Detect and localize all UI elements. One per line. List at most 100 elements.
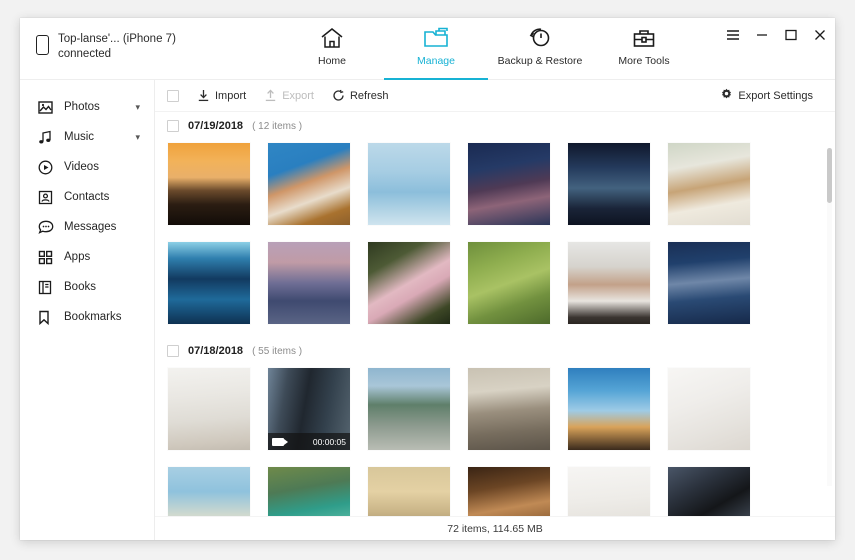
sidebar-item-messages-label: Messages (64, 221, 117, 233)
import-button[interactable]: Import (197, 89, 246, 102)
device-status: connected (58, 47, 112, 60)
device-name: Top-lanse'... (iPhone 7) (58, 33, 176, 45)
photo-thumbnail[interactable] (167, 142, 251, 226)
photo-scroll-area[interactable]: 07/19/2018 ( 12 items ) 07/18/2018 ( 55 … (155, 112, 835, 516)
thumbnail-image (568, 467, 650, 516)
scrollbar-thumb[interactable] (827, 148, 832, 203)
photo-thumbnail[interactable] (667, 142, 751, 226)
export-settings-button[interactable]: Export Settings (720, 88, 813, 104)
sidebar-item-videos-label: Videos (64, 161, 99, 173)
main-tabs: Home Manage Backup & Restore More Tools (280, 18, 696, 80)
thumbnail-image (668, 143, 750, 225)
photo-grid (155, 140, 835, 337)
thumbnail-image (468, 467, 550, 516)
photo-thumbnail[interactable] (667, 466, 751, 516)
refresh-button[interactable]: Refresh (332, 89, 389, 102)
photo-thumbnail[interactable] (367, 142, 451, 226)
photo-thumbnail[interactable] (167, 466, 251, 516)
sidebar-item-music-label: Music (64, 131, 95, 143)
photo-thumbnail[interactable] (267, 466, 351, 516)
group-select-checkbox[interactable] (167, 120, 179, 132)
folder-icon (423, 25, 449, 51)
thumbnail-image (668, 467, 750, 516)
video-duration-label: 00:00:05 (312, 436, 346, 447)
chevron-down-icon[interactable]: ▾ (135, 132, 140, 143)
video-thumbnail[interactable]: 00:00:05 (267, 367, 351, 451)
photo-thumbnail[interactable] (667, 241, 751, 325)
chevron-down-icon[interactable]: ▾ (135, 102, 140, 113)
sidebar-item-photos[interactable]: Photos ▾ (20, 92, 154, 122)
export-button[interactable]: Export (264, 89, 314, 102)
photo-thumbnail[interactable] (367, 466, 451, 516)
tab-home-label: Home (317, 55, 346, 67)
photo-thumbnail[interactable] (567, 142, 651, 226)
tab-more-tools[interactable]: More Tools (592, 18, 696, 80)
home-icon (320, 25, 344, 51)
window-controls (725, 27, 827, 42)
thumbnail-image (668, 368, 750, 450)
select-all-checkbox[interactable] (167, 89, 179, 102)
content-toolbar: Import Export Refresh Export Settings (155, 80, 835, 112)
thumbnail-image (368, 467, 450, 516)
sidebar-item-contacts[interactable]: Contacts (20, 182, 154, 212)
close-icon[interactable] (812, 27, 827, 42)
music-note-icon (38, 130, 58, 145)
thumbnail-image (168, 368, 250, 450)
photo-thumbnail[interactable] (667, 367, 751, 451)
photo-thumbnail[interactable] (567, 367, 651, 451)
device-info: Top-lanse'... (iPhone 7) connected (36, 32, 176, 61)
device-info-text: Top-lanse'... (iPhone 7) connected (58, 32, 176, 61)
sidebar-item-messages[interactable]: Messages (20, 212, 154, 242)
status-bar: 72 items, 114.65 MB (155, 516, 835, 540)
thumbnail-image (168, 143, 250, 225)
thumbnail-image (468, 242, 550, 324)
tab-home[interactable]: Home (280, 18, 384, 80)
application-window: Top-lanse'... (iPhone 7) connected Home (20, 18, 835, 540)
group-count: ( 55 items ) (252, 345, 303, 357)
photo-thumbnail[interactable] (367, 367, 451, 451)
import-label: Import (215, 89, 247, 102)
photo-thumbnail[interactable] (567, 241, 651, 325)
title-bar: Top-lanse'... (iPhone 7) connected Home (20, 18, 835, 80)
restore-icon (528, 25, 552, 51)
sidebar-item-music[interactable]: Music ▾ (20, 122, 154, 152)
tab-backup-restore[interactable]: Backup & Restore (488, 18, 592, 80)
minimize-icon[interactable] (754, 27, 769, 42)
photo-thumbnail[interactable] (567, 466, 651, 516)
thumbnail-image (368, 242, 450, 324)
contact-card-icon (38, 190, 58, 205)
sidebar: Photos ▾ Music ▾ Videos Contacts Message… (20, 80, 155, 540)
thumbnail-image (668, 242, 750, 324)
tab-manage[interactable]: Manage (384, 18, 488, 80)
photo-thumbnail[interactable] (267, 241, 351, 325)
sidebar-item-bookmarks[interactable]: Bookmarks (20, 302, 154, 332)
photo-thumbnail[interactable] (467, 241, 551, 325)
group-count: ( 12 items ) (252, 120, 303, 132)
photo-thumbnail[interactable] (467, 142, 551, 226)
status-summary: 72 items, 114.65 MB (447, 522, 543, 535)
group-header: 07/19/2018 ( 12 items ) (155, 112, 835, 140)
refresh-label: Refresh (349, 89, 389, 102)
maximize-icon[interactable] (783, 27, 798, 42)
sidebar-item-videos[interactable]: Videos (20, 152, 154, 182)
sidebar-item-apps-label: Apps (64, 251, 91, 263)
thumbnail-image (168, 242, 250, 324)
sidebar-item-apps[interactable]: Apps (20, 242, 154, 272)
photo-thumbnail[interactable] (167, 367, 251, 451)
photo-thumbnail[interactable] (467, 466, 551, 516)
sidebar-item-photos-label: Photos (64, 101, 100, 113)
photo-thumbnail[interactable] (267, 142, 351, 226)
sidebar-item-books[interactable]: Books (20, 272, 154, 302)
menu-icon[interactable] (725, 27, 740, 42)
group-header: 07/18/2018 ( 55 items ) (155, 337, 835, 365)
vertical-scrollbar[interactable] (827, 148, 832, 486)
photo-thumbnail[interactable] (467, 367, 551, 451)
export-settings-label: Export Settings (738, 90, 813, 102)
export-label: Export (282, 89, 314, 102)
export-icon (264, 89, 277, 102)
photo-thumbnail[interactable] (367, 241, 451, 325)
group-select-checkbox[interactable] (167, 345, 179, 357)
gear-icon (720, 88, 733, 104)
sidebar-item-bookmarks-label: Bookmarks (64, 311, 122, 323)
photo-thumbnail[interactable] (167, 241, 251, 325)
